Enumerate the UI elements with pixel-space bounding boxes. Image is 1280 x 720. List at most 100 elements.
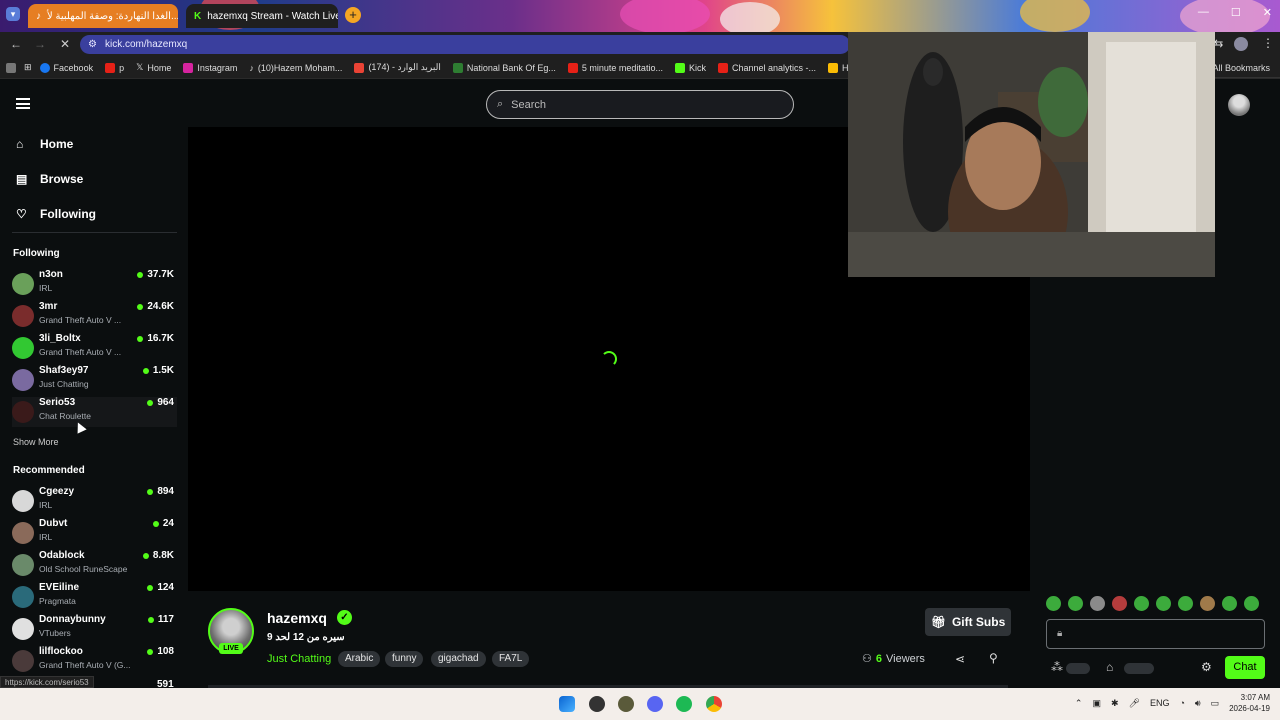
bookmark-facebook[interactable]: Facebook	[34, 62, 100, 73]
sidebar-nav-browse[interactable]: ▤ Browse	[16, 172, 83, 186]
following-channel[interactable]: 3li_Boltx Grand Theft Auto V ... 16.7K	[12, 333, 177, 363]
recommended-channel[interactable]: Dubvt IRL 24	[12, 518, 177, 548]
minimize-icon[interactable]: —	[1198, 6, 1209, 19]
viewer-count: 108	[147, 646, 174, 657]
browser-tab-recipe[interactable]: ♪ الغدا النهاردة: وصفة المهلبية لأ... ✕	[28, 4, 178, 28]
gift-subs-button[interactable]: 🎁︎ Gift Subs	[925, 608, 1011, 636]
emote-icon[interactable]	[1112, 596, 1127, 611]
stream-tag[interactable]: funny	[385, 651, 424, 667]
bookmark-x-home[interactable]: 𝕏 Home	[130, 62, 177, 73]
emote-bar	[1046, 596, 1259, 611]
maximize-icon[interactable]: ☐	[1231, 6, 1241, 19]
back-icon[interactable]: ←	[10, 37, 22, 51]
chat-input[interactable]: 🔒︎	[1046, 619, 1265, 649]
bluetooth-icon[interactable]: ✱	[1111, 698, 1119, 709]
tab-search-button[interactable]: ▾	[6, 7, 20, 21]
stream-tag[interactable]: FA7L	[492, 651, 530, 667]
bookmark-instagram[interactable]: Instagram	[177, 62, 243, 73]
bookmark-nbe[interactable]: National Bank Of Eg...	[447, 62, 562, 73]
close-window-icon[interactable]: ✕	[1263, 6, 1272, 19]
url-input[interactable]: ⚙ kick.com/hazemxq	[80, 35, 850, 54]
notification-icon[interactable]: ▣	[1092, 698, 1101, 709]
emote-icon[interactable]	[1156, 596, 1171, 611]
google-icon	[828, 62, 839, 73]
recommended-channel[interactable]: Cgeezy IRL 894	[12, 486, 177, 516]
sidebar-nav-home[interactable]: ⌂ Home	[16, 137, 73, 151]
stream-title: سيره من 12 لحد 9	[267, 632, 345, 643]
emote-icon[interactable]	[1200, 596, 1215, 611]
following-channel[interactable]: Shaf3ey97 Just Chatting 1.5K	[12, 365, 177, 395]
profile-icon[interactable]	[1234, 37, 1248, 51]
live-badge: LIVE	[219, 643, 243, 654]
emote-icon[interactable]	[1134, 596, 1149, 611]
microphone-icon[interactable]: 🎤︎	[1129, 698, 1140, 709]
home-icon: ⌂	[16, 137, 24, 151]
following-channel[interactable]: Serio53 Chat Roulette 964	[12, 397, 177, 427]
bookmark-meditation[interactable]: 5 minute meditatio...	[562, 62, 669, 73]
bookmark-channel-analytics[interactable]: Channel analytics -...	[712, 62, 822, 73]
user-avatar[interactable]	[1228, 94, 1250, 116]
clock[interactable]: 3:07 AM 2026-04-19	[1229, 692, 1270, 714]
divider	[12, 232, 177, 233]
store-icon[interactable]: ⌂	[1106, 660, 1113, 674]
emote-icon[interactable]	[1046, 596, 1061, 611]
follow-user-icon[interactable]: ⚲	[989, 651, 998, 665]
bookmark-kick[interactable]: Kick	[669, 62, 712, 73]
following-channel[interactable]: n3on IRL 37.7K	[12, 269, 177, 299]
stream-tag[interactable]: gigachad	[431, 651, 486, 667]
emote-icon[interactable]	[1068, 596, 1083, 611]
points-icon[interactable]: ⁂	[1051, 660, 1063, 674]
avatar	[12, 554, 34, 576]
emote-icon[interactable]	[1222, 596, 1237, 611]
battery-icon[interactable]: ▭	[1211, 698, 1220, 709]
recommended-channel[interactable]: EVEiline Pragmata 124	[12, 582, 177, 612]
app-icon[interactable]	[618, 696, 634, 712]
share-icon[interactable]: ⋖	[955, 652, 965, 666]
emote-icon[interactable]	[1244, 596, 1259, 611]
show-more-link[interactable]: Show More	[13, 437, 59, 447]
streamer-name[interactable]: hazemxq	[267, 610, 327, 626]
emote-icon[interactable]	[1178, 596, 1193, 611]
instagram-icon	[183, 62, 194, 73]
app-icon[interactable]	[589, 696, 605, 712]
bookmark-p[interactable]: p	[99, 62, 130, 73]
recommended-channel[interactable]: Donnaybunny VTubers 117	[12, 614, 177, 644]
extension-icon[interactable]: ⇆	[1214, 37, 1223, 50]
sidebar-nav-following[interactable]: ♡ Following	[16, 207, 96, 221]
bookmark-tiktok[interactable]: ♪ (10)Hazem Moham...	[243, 63, 348, 73]
site-info-icon[interactable]: ⚙	[88, 39, 97, 50]
browser-tab-kick[interactable]: K hazemxq Stream - Watch Live o ✕	[186, 4, 338, 28]
emote-icon[interactable]	[1090, 596, 1105, 611]
facebook-icon	[39, 62, 50, 73]
viewers-icon: ⚇	[862, 653, 872, 665]
chrome-icon[interactable]	[706, 696, 722, 712]
gear-icon[interactable]: ⚙	[1201, 660, 1212, 674]
menu-icon[interactable]	[16, 98, 30, 109]
spotify-icon[interactable]	[676, 696, 692, 712]
language-indicator[interactable]: ENG	[1150, 698, 1170, 708]
search-input[interactable]: ⌕ Search	[486, 90, 794, 119]
new-tab-button[interactable]: +	[345, 7, 361, 23]
recommended-channel[interactable]: Odablock Old School RuneScape 8.8K	[12, 550, 177, 580]
recommended-channel[interactable]: lilflockoo Grand Theft Auto V (G... 108	[12, 646, 177, 676]
stream-tag[interactable]: Arabic	[338, 651, 381, 667]
stream-category[interactable]: Just Chatting	[267, 653, 331, 665]
volume-icon[interactable]: 🔊︎	[1195, 698, 1201, 709]
discord-icon[interactable]	[647, 696, 663, 712]
sidebar-toggle-icon[interactable]	[0, 62, 22, 73]
bookmark-gmail[interactable]: (174) - البريد الوارد	[348, 62, 446, 73]
stop-loading-icon[interactable]: ✕	[60, 37, 70, 51]
gift-icon: 🎁︎	[930, 615, 946, 629]
chevron-up-icon[interactable]: ⌃	[1075, 698, 1083, 709]
wifi-icon[interactable]: ◔	[1179, 698, 1184, 708]
all-bookmarks[interactable]: All Bookmarks	[1212, 63, 1270, 73]
windows-start-icon[interactable]	[559, 696, 575, 712]
forward-icon[interactable]: →	[34, 37, 46, 51]
browser-menu-icon[interactable]: ⋮	[1262, 36, 1274, 50]
apps-icon[interactable]: ⊞	[22, 62, 34, 73]
following-channel[interactable]: 3mr Grand Theft Auto V ... 24.6K	[12, 301, 177, 331]
verified-icon: ✓	[337, 610, 352, 625]
viewer-count: 124	[147, 582, 174, 593]
chat-send-button[interactable]: Chat	[1225, 656, 1265, 679]
avatar	[12, 586, 34, 608]
